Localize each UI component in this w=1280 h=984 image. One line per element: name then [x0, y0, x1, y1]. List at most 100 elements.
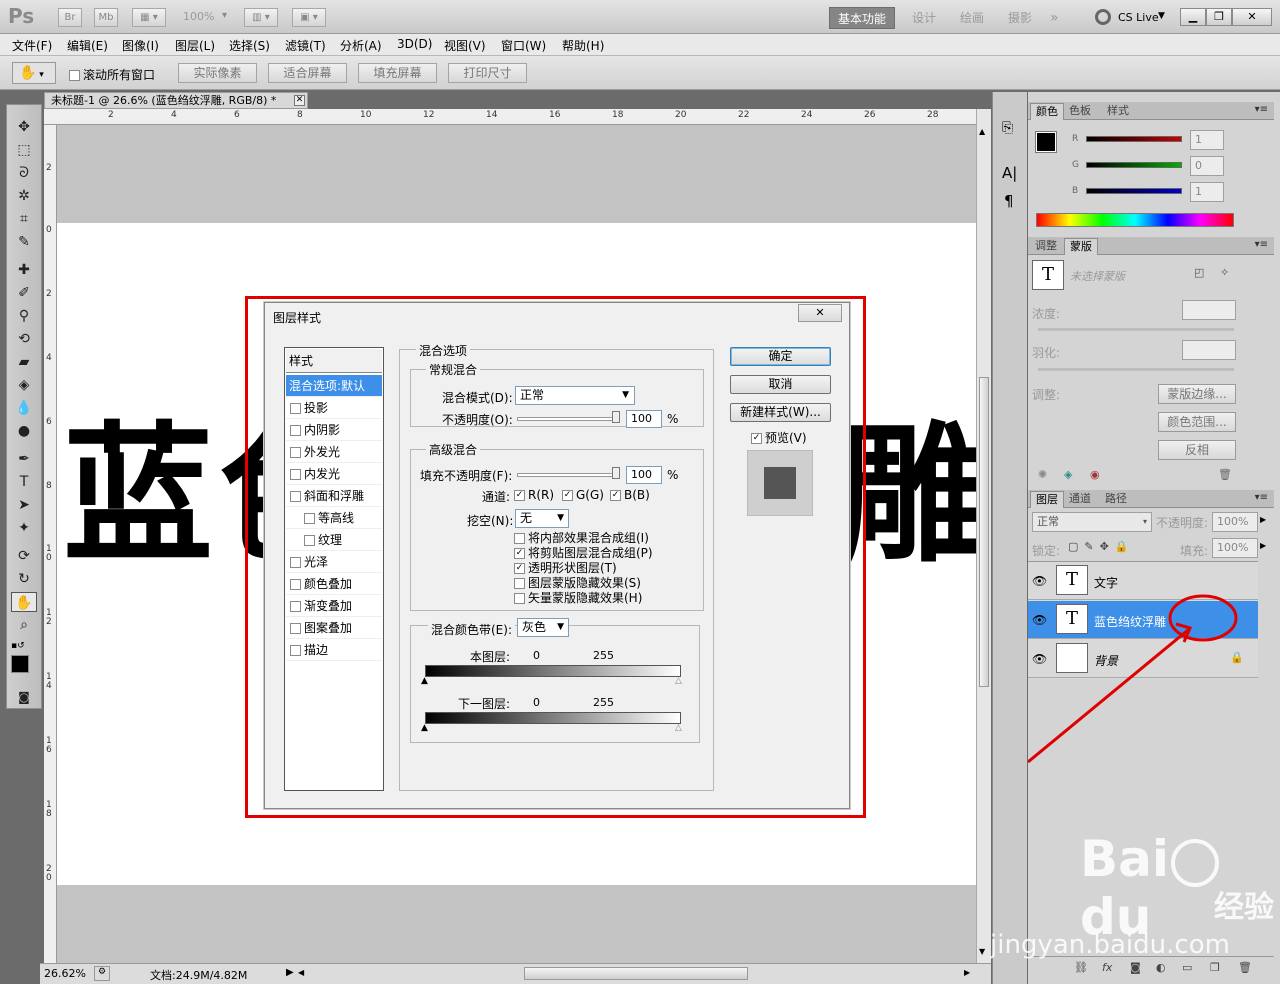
workspace-design[interactable]: 设计	[912, 7, 936, 29]
checkbox[interactable]	[290, 469, 301, 480]
new-layer-icon[interactable]: ❐	[1210, 961, 1220, 974]
disable-mask-icon[interactable]: ◉	[1090, 468, 1100, 481]
style-item-gradient-overlay[interactable]: 渐变叠加	[286, 595, 382, 617]
checkbox-checked[interactable]: ✓	[514, 548, 525, 559]
paragraph-panel-icon[interactable]: ¶	[1004, 192, 1014, 210]
color-range-button[interactable]: 颜色范围...	[1158, 412, 1236, 432]
pen-tool-icon[interactable]: ✒	[11, 449, 37, 469]
close-window-button[interactable]: ✕	[1232, 8, 1272, 26]
menu-analysis[interactable]: 分析(A)	[340, 37, 382, 54]
scroll-down-icon[interactable]: ▼	[979, 947, 989, 956]
panel-menu-icon[interactable]: ▾≡	[1255, 239, 1268, 250]
channel-r-checkbox[interactable]: ✓ R(R)	[514, 488, 554, 502]
healing-brush-tool-icon[interactable]: ✚	[11, 260, 37, 280]
pixel-mask-icon[interactable]: ◰	[1194, 266, 1204, 279]
foreground-color-swatch[interactable]	[11, 655, 29, 673]
apply-mask-icon[interactable]: ◈	[1064, 468, 1072, 481]
quick-mask-icon[interactable]: ◙	[11, 687, 37, 707]
opacity-slider-handle[interactable]	[612, 411, 620, 423]
move-tool-icon[interactable]: ✥	[11, 117, 37, 137]
checkbox[interactable]	[514, 533, 525, 544]
opacity-slider[interactable]	[517, 417, 619, 421]
green-channel-value[interactable]: 0	[1190, 156, 1224, 176]
blur-tool-icon[interactable]: 💧	[11, 398, 37, 418]
feather-slider[interactable]	[1038, 368, 1234, 371]
menu-select[interactable]: 选择(S)	[229, 37, 270, 54]
this-layer-gradient[interactable]	[425, 665, 681, 677]
history-panel-icon[interactable]: ⎘	[1002, 120, 1013, 136]
checkbox-checked[interactable]: ✓	[610, 490, 621, 501]
blend-mode-select[interactable]: 正常 ▼	[515, 386, 635, 405]
panel-menu-icon[interactable]: ▾≡	[1255, 492, 1268, 503]
density-field[interactable]	[1182, 300, 1236, 320]
status-icon[interactable]: ⚙	[94, 966, 110, 981]
mask-edge-button[interactable]: 蒙版边缘...	[1158, 384, 1236, 404]
mini-bridge-button[interactable]: Mb	[94, 8, 118, 27]
screen-mode-button[interactable]: ▣ ▾	[292, 8, 326, 27]
layer-opacity-field[interactable]: 100%	[1212, 512, 1258, 532]
red-channel-value[interactable]: 1	[1190, 130, 1224, 150]
eyedropper-tool-icon[interactable]: ✎	[11, 232, 37, 252]
actual-pixels-button[interactable]: 实际像素	[178, 63, 257, 83]
checkbox[interactable]	[304, 513, 315, 524]
layer-blend-mode-select[interactable]: 正常 ▾	[1032, 512, 1152, 532]
fill-screen-button[interactable]: 填充屏幕	[358, 63, 437, 83]
blue-channel-slider[interactable]	[1086, 188, 1182, 194]
scroll-left-icon[interactable]: ◀	[298, 968, 306, 977]
hand-tool-preset-picker[interactable]: ✋ ▾	[12, 62, 56, 84]
checkbox[interactable]	[304, 535, 315, 546]
checkbox[interactable]	[290, 601, 301, 612]
status-menu-arrow-icon[interactable]: ▶	[286, 967, 294, 978]
delete-mask-icon[interactable]: 🗑	[1218, 468, 1232, 481]
3d-rotate-tool-icon[interactable]: ⟳	[11, 546, 37, 566]
3d-orbit-tool-icon[interactable]: ↻	[11, 569, 37, 589]
default-colors-icon[interactable]: ▪↺	[11, 641, 25, 651]
print-size-button[interactable]: 打印尺寸	[448, 63, 527, 83]
menu-file[interactable]: 文件(F)	[12, 37, 52, 54]
path-selection-tool-icon[interactable]: ➤	[11, 495, 37, 515]
style-item-outer-glow[interactable]: 外发光	[286, 441, 382, 463]
scroll-right-icon[interactable]: ▶	[964, 968, 970, 977]
shape-tool-icon[interactable]: ✦	[11, 518, 37, 538]
eraser-tool-icon[interactable]: ▰	[11, 352, 37, 372]
mask-icon[interactable]: ◙	[1130, 961, 1141, 974]
dodge-tool-icon[interactable]: ●	[11, 421, 37, 441]
checkbox[interactable]	[290, 491, 301, 502]
checkbox[interactable]	[290, 579, 301, 590]
underlying-black-handle[interactable]: ▲	[421, 723, 428, 733]
view-extras-button[interactable]: ▦ ▾	[132, 8, 166, 27]
checkbox[interactable]	[290, 557, 301, 568]
zoom-tool-icon[interactable]: ⌕	[11, 615, 37, 635]
checkbox[interactable]	[290, 623, 301, 634]
history-brush-tool-icon[interactable]: ⟲	[11, 329, 37, 349]
checkbox[interactable]	[290, 425, 301, 436]
menu-edit[interactable]: 编辑(E)	[67, 37, 108, 54]
vector-mask-hides-checkbox[interactable]: 矢量蒙版隐藏效果(H)	[514, 589, 642, 606]
density-slider[interactable]	[1038, 328, 1234, 331]
workspace-basic[interactable]: 基本功能	[829, 7, 895, 29]
color-spectrum-bar[interactable]	[1036, 213, 1234, 227]
scroll-up-icon[interactable]: ▲	[979, 127, 989, 136]
brush-tool-icon[interactable]: ✐	[11, 283, 37, 303]
crop-tool-icon[interactable]: ⌗	[11, 209, 37, 229]
this-layer-black-handle[interactable]: ▲	[421, 676, 428, 686]
vector-mask-icon[interactable]: ✧	[1220, 266, 1229, 279]
tab-color[interactable]: 颜色	[1030, 103, 1064, 120]
style-item-color-overlay[interactable]: 颜色叠加	[286, 573, 382, 595]
adjustment-icon[interactable]: ◐	[1156, 961, 1166, 974]
new-style-button[interactable]: 新建样式(W)...	[730, 403, 831, 422]
red-channel-slider[interactable]	[1086, 136, 1182, 142]
zoom-level-combo[interactable]: 100%	[183, 10, 214, 23]
checkbox[interactable]	[290, 447, 301, 458]
knockout-select[interactable]: 无 ▼	[515, 509, 569, 528]
tab-paths[interactable]: 路径	[1100, 491, 1132, 508]
menu-layer[interactable]: 图层(L)	[175, 37, 215, 54]
lasso-tool-icon[interactable]: ᘐ	[11, 163, 37, 183]
fill-opacity-input[interactable]: 100	[626, 466, 662, 484]
minimize-button[interactable]: ▁	[1180, 8, 1206, 26]
horizontal-scroll-thumb[interactable]	[524, 967, 748, 980]
more-workspaces-button[interactable]: »	[1050, 7, 1059, 29]
trash-icon[interactable]: 🗑	[1238, 961, 1252, 974]
menu-view[interactable]: 视图(V)	[444, 37, 486, 54]
restore-button[interactable]: ❐	[1206, 8, 1232, 26]
